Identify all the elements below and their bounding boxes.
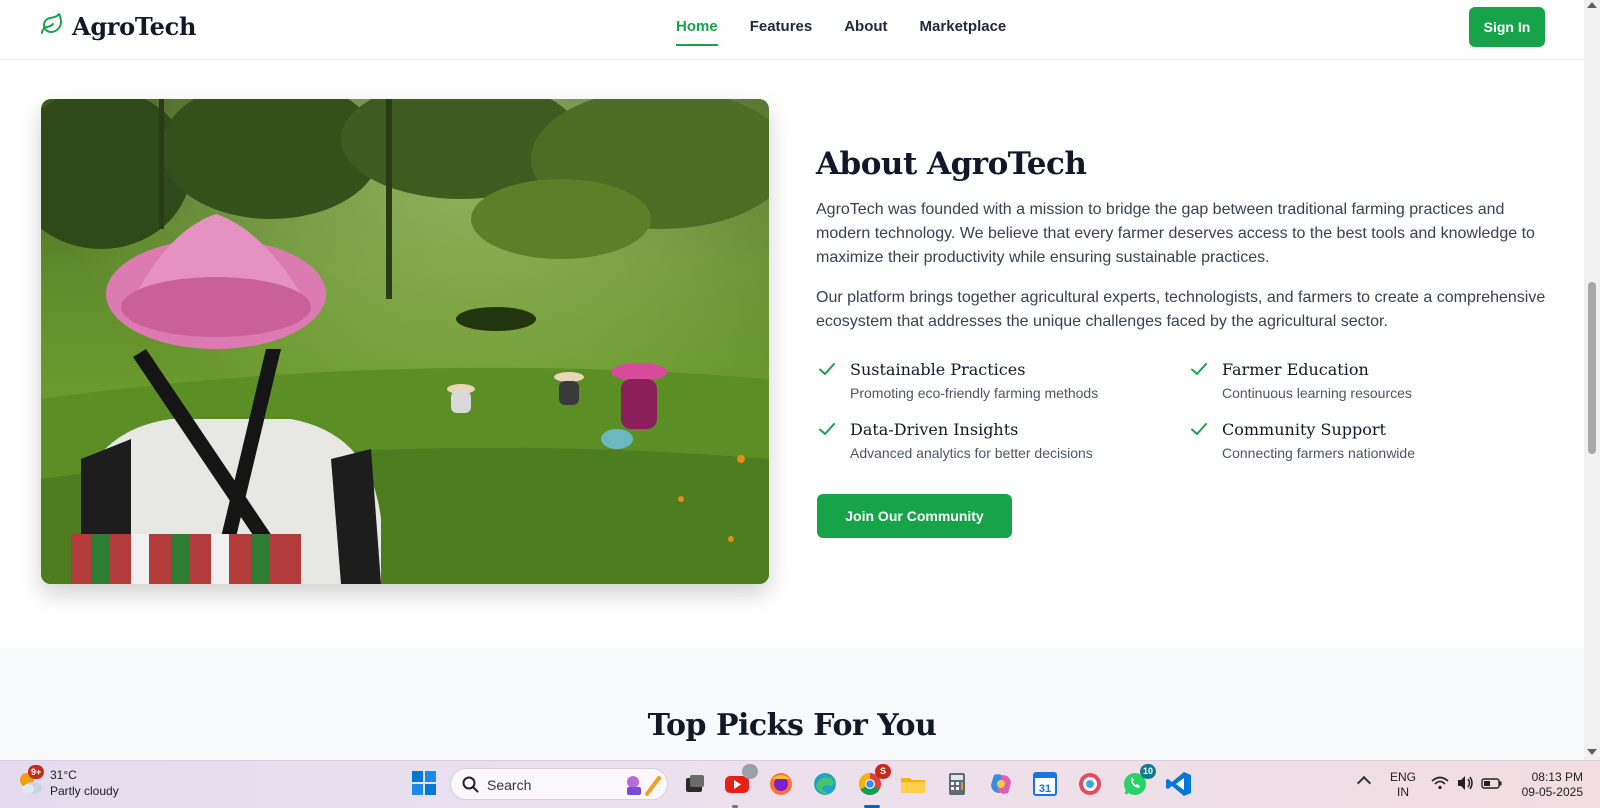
sign-in-button[interactable]: Sign In	[1469, 7, 1545, 47]
youtube-icon[interactable]	[722, 764, 758, 799]
feature-description: Connecting farmers nationwide	[1222, 445, 1415, 461]
taskbar-search[interactable]: Search	[450, 768, 668, 800]
windows-taskbar: 9+ 31°C Partly cloudy Search S 31 10 ENG…	[0, 760, 1600, 808]
top-picks-section: Top Picks For You	[0, 648, 1584, 760]
nav-link-home[interactable]: Home	[676, 0, 718, 60]
brand-name: AgroTech	[72, 12, 197, 41]
youtube-badge	[742, 764, 758, 779]
feature-title: Community Support	[1222, 420, 1386, 439]
calendar-day: 31	[1039, 783, 1051, 795]
page-scrollbar[interactable]	[1584, 0, 1600, 760]
battery-icon[interactable]	[1481, 773, 1503, 803]
vscode-icon[interactable]	[1164, 769, 1194, 799]
firefox-icon[interactable]	[766, 769, 796, 799]
nav-link-marketplace[interactable]: Marketplace	[920, 0, 1007, 60]
about-paragraph-platform: Our platform brings together agricultura…	[816, 289, 1546, 330]
check-icon	[1190, 360, 1208, 378]
task-view-icon[interactable]	[680, 769, 710, 799]
scroll-up-arrow-icon[interactable]	[1587, 2, 1597, 8]
check-icon	[818, 360, 836, 378]
search-icon	[462, 776, 479, 798]
scroll-down-arrow-icon[interactable]	[1587, 749, 1597, 755]
whatsapp-badge: 10	[1139, 764, 1156, 779]
clock-time: 08:13 PM	[1531, 770, 1583, 784]
scrollbar-thumb[interactable]	[1588, 282, 1596, 454]
copilot-icon[interactable]	[986, 769, 1016, 799]
feature-description: Promoting eco-friendly farming methods	[850, 385, 1099, 401]
check-icon	[818, 420, 836, 438]
weather-condition: Partly cloudy	[50, 784, 119, 798]
language-code: ENG	[1390, 770, 1417, 784]
leaf-icon	[40, 12, 64, 41]
feature-description: Advanced analytics for better decisions	[850, 445, 1093, 461]
main-nav: Home Features About Marketplace	[676, 0, 1006, 60]
check-icon	[1190, 420, 1208, 438]
search-placeholder: Search	[487, 777, 532, 793]
feature-title: Data-Driven Insights	[850, 420, 1019, 439]
brand-logo[interactable]: AgroTech	[40, 12, 196, 41]
feature-title: Sustainable Practices	[850, 360, 1026, 379]
calculator-icon[interactable]	[942, 769, 972, 799]
weather-widget[interactable]: 9+ 31°C Partly cloudy	[16, 765, 119, 799]
nav-link-about[interactable]: About	[844, 0, 887, 60]
region-code: IN	[1397, 785, 1409, 799]
about-paragraph-mission: AgroTech was founded with a mission to b…	[816, 201, 1535, 266]
chrome-icon[interactable]: S	[855, 764, 891, 799]
taskbar-clock[interactable]: 08:13 PM 09-05-2025	[1517, 770, 1583, 800]
wifi-icon[interactable]	[1430, 773, 1450, 803]
whatsapp-icon[interactable]: 10	[1120, 764, 1156, 799]
weather-temp: 31°C	[50, 768, 77, 782]
join-community-button[interactable]: Join Our Community	[817, 494, 1012, 538]
top-picks-heading: Top Picks For You	[647, 708, 937, 743]
weather-badge: 9+	[28, 765, 45, 779]
windows-start-icon[interactable]	[410, 769, 440, 799]
language-indicator[interactable]: ENG IN	[1390, 770, 1416, 800]
app-circle-icon[interactable]	[1075, 769, 1105, 799]
partly-cloudy-icon: 9+	[16, 765, 45, 797]
file-explorer-icon[interactable]	[898, 769, 928, 799]
clock-date: 09-05-2025	[1521, 785, 1583, 799]
volume-icon[interactable]	[1455, 773, 1475, 803]
feature-description: Continuous learning resources	[1222, 385, 1412, 401]
search-highlight-icon	[621, 772, 665, 803]
nav-link-features[interactable]: Features	[750, 0, 813, 60]
farmers-field-image	[41, 99, 769, 584]
chrome-profile-badge: S	[875, 764, 891, 779]
show-hidden-icons-chevron-icon[interactable]	[1356, 775, 1372, 791]
feature-title: Farmer Education	[1222, 360, 1369, 379]
edge-icon[interactable]	[810, 769, 840, 799]
calendar-icon[interactable]: 31	[1030, 769, 1060, 799]
top-navbar: AgroTech Home Features About Marketplace…	[0, 0, 1584, 60]
about-heading: About AgroTech	[816, 146, 1087, 182]
